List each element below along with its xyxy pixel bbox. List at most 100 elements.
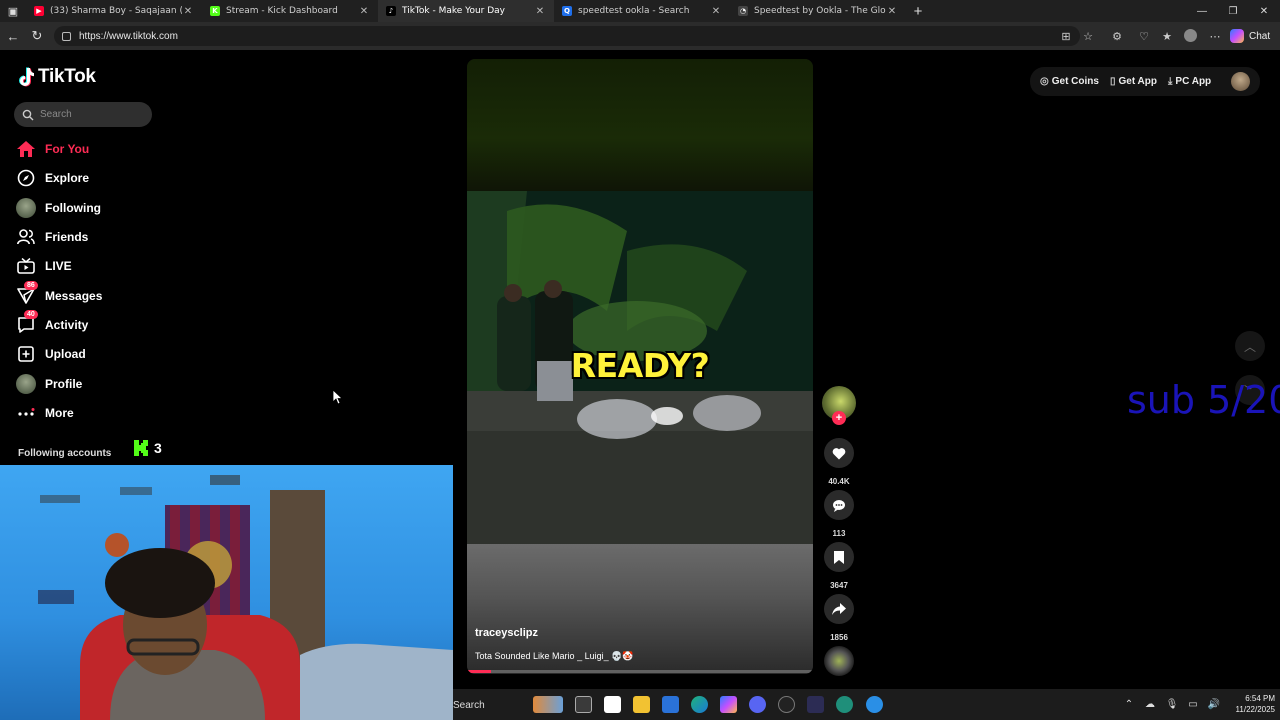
close-tab-icon[interactable]: ✕ (710, 6, 722, 17)
pc-app-button[interactable]: ⤓ PC App (1168, 76, 1211, 87)
follow-button[interactable]: + (832, 411, 846, 425)
notification-badge: 40 (24, 310, 38, 319)
sidebar-item-friends[interactable]: Friends (16, 226, 88, 248)
monitor-icon[interactable]: ▭ (1187, 698, 1199, 710)
sidebar-item-for-you[interactable]: For You (16, 138, 89, 160)
kick-viewer-number: 3 (154, 440, 162, 456)
sidebar-item-profile[interactable]: Profile (16, 373, 82, 395)
settings-more-icon[interactable]: ⋯ (1208, 29, 1222, 43)
get-app-label: Get App (1118, 76, 1157, 87)
sidebar-item-label: More (45, 406, 74, 420)
file-explorer-icon[interactable] (633, 696, 650, 713)
heart-icon[interactable] (824, 438, 854, 468)
sidebar-item-label: Following (45, 201, 101, 215)
compass-icon (16, 168, 36, 188)
back-icon[interactable]: ← (4, 27, 22, 45)
avatar (16, 374, 36, 394)
download-icon: ⤓ (1168, 76, 1173, 87)
edge-icon[interactable] (691, 696, 708, 713)
speedtest-icon[interactable] (866, 696, 883, 713)
close-tab-icon[interactable]: ✕ (358, 6, 370, 17)
search-input[interactable]: Search (14, 102, 152, 127)
app-available-icon[interactable]: ⊞ (1059, 29, 1073, 43)
live-icon (16, 256, 36, 276)
copilot-label: Chat (1249, 30, 1271, 42)
browser-essentials-icon[interactable]: ♡ (1137, 29, 1151, 43)
sidebar-item-activity[interactable]: 40 Activity (16, 310, 89, 336)
like-action[interactable]: 40.4K (824, 438, 854, 486)
browser-tab[interactable]: ▶ (33) Sharma Boy - Saqajaan (Offic✕ (26, 0, 202, 22)
music-disc-icon[interactable] (824, 646, 854, 676)
taskbar-clock[interactable]: 6:54 PM 11/22/2025 (1225, 693, 1275, 715)
tab-title: Speedtest by Ookla - The Global B (754, 6, 886, 16)
show-hidden-icons-icon[interactable]: ⌃ (1123, 698, 1135, 710)
volume-icon[interactable]: 🔊 (1208, 698, 1220, 710)
sidebar-item-label: Upload (45, 347, 86, 361)
browser-tab[interactable]: ♪ TikTok - Make Your Day ✕ (378, 0, 554, 22)
cloud-icon[interactable]: ☁ (1144, 698, 1156, 710)
comment-action[interactable]: 113 (824, 490, 854, 538)
copilot-chat-button[interactable]: Chat (1230, 26, 1276, 46)
copilot-icon (1230, 29, 1244, 43)
close-tab-icon[interactable]: ✕ (182, 6, 194, 17)
microphone-icon[interactable]: 🎙 (1166, 698, 1179, 710)
url-field[interactable]: https://www.tiktok.com (54, 26, 1080, 46)
close-window-icon[interactable]: ✕ (1248, 0, 1280, 22)
browser-tab[interactable]: ◔ Speedtest by Ookla - The Global B✕ (730, 0, 906, 22)
sidebar-item-more[interactable]: More (16, 402, 74, 424)
share-icon[interactable] (824, 594, 854, 624)
search-placeholder: Search (40, 109, 72, 120)
restore-icon[interactable]: ❐ (1217, 0, 1249, 22)
task-view-icon[interactable] (575, 696, 592, 713)
minimize-icon[interactable]: — (1186, 0, 1218, 22)
tab-title: speedtest ookla - Search (578, 6, 690, 16)
close-tab-icon[interactable]: ✕ (534, 6, 546, 17)
new-tab-button[interactable]: + (906, 3, 930, 20)
share-action[interactable]: 1856 (824, 594, 854, 642)
get-coins-button[interactable]: ◎ Get Coins (1040, 76, 1099, 87)
previous-video-icon[interactable]: ︿ (1235, 331, 1265, 361)
favorite-star-icon[interactable]: ☆ (1081, 29, 1095, 43)
site-info-icon[interactable] (62, 31, 71, 41)
store-icon[interactable] (662, 696, 679, 713)
browser-tab[interactable]: K Stream - Kick Dashboard ✕ (202, 0, 378, 22)
sidebar-item-label: Activity (45, 318, 89, 332)
extensions-icon[interactable]: ⚙ (1110, 29, 1124, 43)
get-app-button[interactable]: ▯ Get App (1110, 76, 1157, 87)
tab-title: (33) Sharma Boy - Saqajaan (Offic (50, 6, 182, 16)
close-tab-icon[interactable]: ✕ (886, 6, 898, 17)
tab-favicon-icon: ▶ (34, 6, 44, 16)
sidebar-item-explore[interactable]: Explore (16, 167, 89, 189)
tiktok-logo-text: TikTok (38, 66, 96, 87)
video-author[interactable]: traceysclipz (475, 627, 538, 639)
browser-tab[interactable]: Qspeedtest ookla - Search ✕ (554, 0, 730, 22)
network-app-icon[interactable] (836, 696, 853, 713)
app-icon[interactable] (807, 696, 824, 713)
copilot-taskbar-icon[interactable] (720, 696, 737, 713)
comment-icon[interactable] (824, 490, 854, 520)
tab-actions-icon[interactable]: ▣ (0, 0, 26, 22)
more-icon (16, 403, 36, 423)
favorites-icon[interactable]: ★ (1160, 29, 1174, 43)
obs-icon[interactable] (778, 696, 795, 713)
video-progress-bar[interactable] (467, 670, 813, 673)
clock-time: 6:54 PM (1245, 694, 1275, 703)
bookmark-icon[interactable] (824, 542, 854, 572)
activity-icon: 40 (16, 310, 38, 335)
refresh-icon[interactable]: ↻ (28, 27, 46, 45)
sidebar-item-upload[interactable]: Upload (16, 343, 86, 365)
mouse-cursor-icon (333, 390, 343, 404)
profile-avatar[interactable] (1231, 72, 1250, 91)
word-icon[interactable] (604, 696, 621, 713)
tiktok-logo[interactable]: TikTok (18, 66, 96, 88)
save-action[interactable]: 3647 (824, 542, 854, 590)
save-count: 3647 (830, 581, 848, 590)
sidebar-item-following[interactable]: Following (16, 197, 101, 219)
sidebar-item-live[interactable]: LIVE (16, 255, 72, 277)
video-player[interactable]: READY? traceysclipz Tota Sounded Like Ma… (467, 59, 813, 674)
discord-icon[interactable] (749, 696, 766, 713)
video-letterbox-top (467, 59, 813, 191)
sidebar-item-messages[interactable]: 86 Messages (16, 281, 102, 307)
widget-icon[interactable] (533, 696, 563, 713)
profile-avatar-icon[interactable] (1184, 29, 1197, 42)
